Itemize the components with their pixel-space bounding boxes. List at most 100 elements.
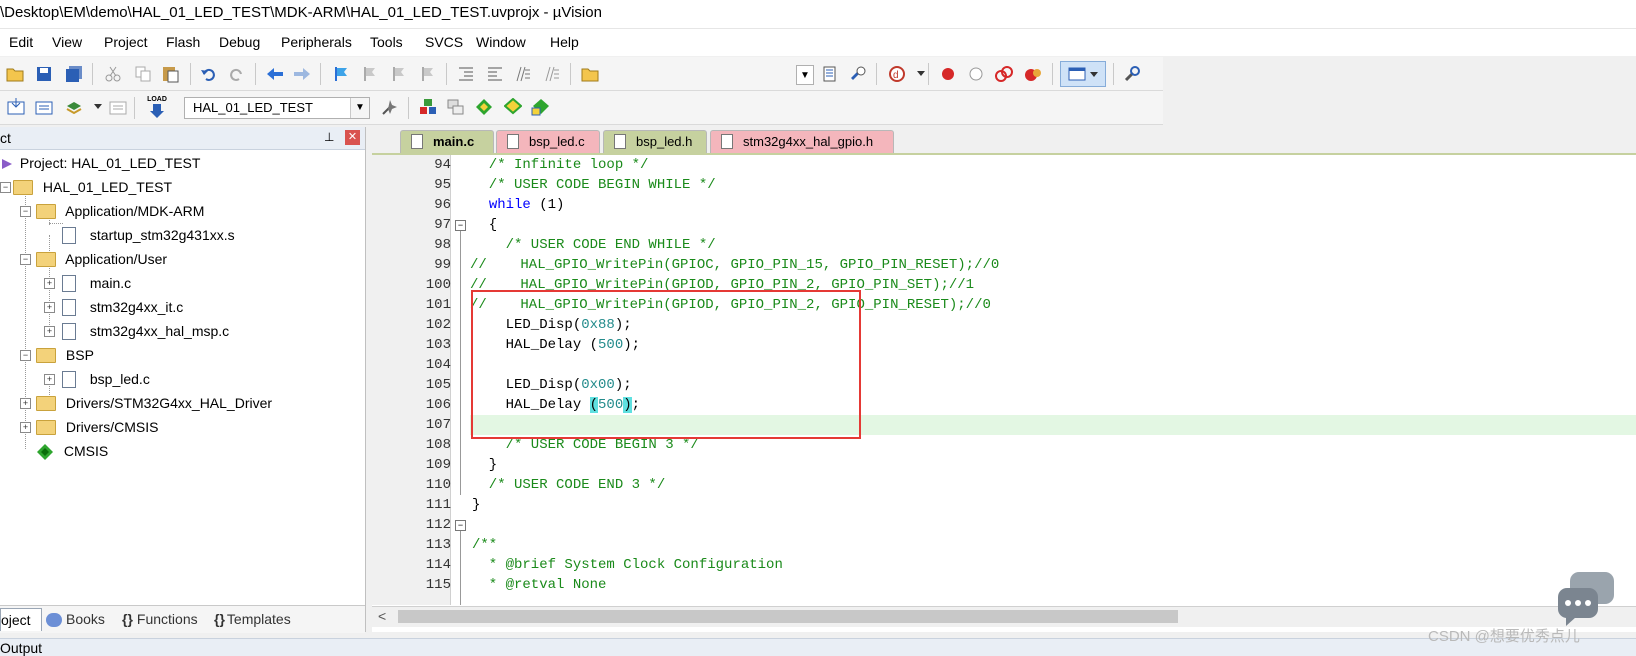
output-label[interactable]: Output xyxy=(0,640,42,656)
pack-installer-icon[interactable] xyxy=(531,97,551,117)
find-icon[interactable] xyxy=(820,64,840,84)
expand-icon[interactable]: + xyxy=(44,374,55,385)
redo-icon[interactable] xyxy=(227,64,247,84)
expand-icon[interactable]: + xyxy=(44,278,55,289)
tab-project[interactable]: oject xyxy=(0,608,42,631)
chat-bubble-icon[interactable] xyxy=(1556,570,1616,630)
horizontal-scrollbar[interactable]: < xyxy=(372,606,1636,627)
menu-tools[interactable]: Tools xyxy=(370,34,403,50)
menu-flash[interactable]: Flash xyxy=(166,34,200,50)
tree-item-target[interactable]: HAL_01_LED_TEST xyxy=(13,175,172,199)
target-select[interactable]: HAL_01_LED_TEST ▼ xyxy=(184,97,370,119)
fold-toggle-icon[interactable]: − xyxy=(455,520,466,531)
close-icon[interactable]: ✕ xyxy=(345,130,360,145)
line-number: 104 xyxy=(425,357,451,373)
menu-edit[interactable]: Edit xyxy=(9,34,33,50)
collapse-icon[interactable]: − xyxy=(20,254,31,265)
tree-item-main-c[interactable]: main.c xyxy=(62,271,131,295)
kill-all-breakpoints-icon[interactable] xyxy=(1023,64,1043,84)
window-layout-icon[interactable] xyxy=(1060,61,1106,87)
tree-item-application-user[interactable]: Application/User xyxy=(36,247,167,271)
download-load-icon[interactable]: LOAD xyxy=(146,94,168,120)
menu-peripherals[interactable]: Peripherals xyxy=(281,34,352,50)
menu-project[interactable]: Project xyxy=(104,34,148,50)
tab-functions[interactable]: {} Functions xyxy=(122,608,198,630)
tab-bsp-led-c[interactable]: bsp_led.c xyxy=(496,130,600,153)
find-combo-dropdown[interactable]: ▼ xyxy=(796,65,814,85)
undo-icon[interactable] xyxy=(198,64,218,84)
menu-debug[interactable]: Debug xyxy=(219,34,260,50)
manage-multi-project-icon[interactable] xyxy=(446,97,466,117)
expand-icon[interactable]: + xyxy=(20,398,31,409)
chevron-down-icon[interactable]: ▼ xyxy=(350,98,369,118)
expand-icon[interactable]: + xyxy=(20,422,31,433)
unindent-icon[interactable] xyxy=(485,64,505,84)
chevron-down-icon[interactable] xyxy=(88,97,108,117)
copy-icon[interactable] xyxy=(133,64,153,84)
indent-icon[interactable] xyxy=(456,64,476,84)
rte-manage-icon[interactable] xyxy=(474,97,494,117)
clear-bookmarks-icon[interactable] xyxy=(418,64,438,84)
tab-label: main.c xyxy=(433,134,475,149)
prev-bookmark-icon[interactable] xyxy=(360,64,380,84)
tree-item-bsp-led-c[interactable]: bsp_led.c xyxy=(62,367,150,391)
next-bookmark-icon[interactable] xyxy=(389,64,409,84)
expand-icon[interactable]: + xyxy=(44,326,55,337)
tab-templates[interactable]: {} Templates xyxy=(214,608,291,630)
tree-label: stm32g4xx_hal_msp.c xyxy=(89,323,230,339)
manage-project-items-icon[interactable] xyxy=(418,97,438,117)
tree-item-drivers-hal[interactable]: Drivers/STM32G4xx_HAL_Driver xyxy=(36,391,272,415)
project-panel-tabs: oject Books {} Functions {} Templates xyxy=(0,605,365,633)
fold-toggle-icon[interactable]: − xyxy=(455,220,466,231)
build-icon[interactable] xyxy=(34,97,54,117)
comment-icon[interactable] xyxy=(513,64,533,84)
find-in-files-icon[interactable] xyxy=(580,64,600,84)
stop-build-icon[interactable] xyxy=(108,97,128,117)
menu-svcs[interactable]: SVCS xyxy=(425,34,463,50)
paste-icon[interactable] xyxy=(160,64,180,84)
tree-item-hal-msp-c[interactable]: stm32g4xx_hal_msp.c xyxy=(62,319,229,343)
translate-icon[interactable] xyxy=(6,97,26,117)
collapse-icon[interactable]: − xyxy=(0,182,11,193)
tab-books[interactable]: Books xyxy=(46,608,105,630)
tab-bsp-led-h[interactable]: bsp_led.h xyxy=(603,130,707,153)
breakpoint-icon[interactable] xyxy=(938,64,958,84)
select-software-packs-icon[interactable] xyxy=(503,97,523,117)
menu-help[interactable]: Help xyxy=(550,34,579,50)
disable-all-breakpoints-icon[interactable] xyxy=(994,64,1014,84)
collapse-icon[interactable]: − xyxy=(20,350,31,361)
tree-item-drivers-cmsis[interactable]: Drivers/CMSIS xyxy=(36,415,158,439)
configure-icon[interactable] xyxy=(1122,64,1142,84)
menu-window[interactable]: Window xyxy=(476,34,526,50)
expand-icon[interactable]: + xyxy=(44,302,55,313)
tree-item-cmsis[interactable]: CMSIS xyxy=(36,439,108,463)
tree-item-project-root[interactable]: Project: HAL_01_LED_TEST xyxy=(0,151,200,175)
cut-icon[interactable] xyxy=(103,64,123,84)
scroll-left-icon[interactable]: < xyxy=(378,608,386,624)
bookmark-icon[interactable] xyxy=(331,64,351,84)
pin-icon[interactable]: ⊥ xyxy=(324,130,334,144)
tree-item-application-mdk-arm[interactable]: Application/MDK-ARM xyxy=(36,199,204,223)
tab-main-c[interactable]: main.c xyxy=(400,130,494,153)
disable-breakpoint-icon[interactable] xyxy=(966,64,986,84)
collapse-icon[interactable]: − xyxy=(20,206,31,217)
nav-back-icon[interactable] xyxy=(265,64,285,84)
nav-forward-icon[interactable] xyxy=(292,64,312,84)
tree-label: Drivers/STM32G4xx_HAL_Driver xyxy=(65,395,273,411)
project-panel: ct ⊥ ✕ Project: HAL_01_LED_TEST − HAL_01… xyxy=(0,127,366,633)
scrollbar-thumb[interactable] xyxy=(398,610,1178,623)
save-all-icon[interactable] xyxy=(64,64,84,84)
incremental-find-icon[interactable] xyxy=(848,64,868,84)
target-options-icon[interactable] xyxy=(380,97,400,117)
tab-stm32g4xx-hal-gpio-h[interactable]: stm32g4xx_hal_gpio.h xyxy=(710,130,894,153)
menu-view[interactable]: View xyxy=(52,34,82,50)
tree-item-stm32g4xx-it-c[interactable]: stm32g4xx_it.c xyxy=(62,295,183,319)
uncomment-icon[interactable] xyxy=(542,64,562,84)
tree-item-bsp[interactable]: BSP xyxy=(36,343,94,367)
tree-item-startup-file[interactable]: startup_stm32g431xx.s xyxy=(62,223,235,247)
debug-session-icon[interactable]: d xyxy=(887,64,907,84)
open-file-icon[interactable] xyxy=(5,64,25,84)
save-icon[interactable] xyxy=(34,64,54,84)
rebuild-icon[interactable] xyxy=(64,97,84,117)
line-number: 101 xyxy=(425,297,451,313)
